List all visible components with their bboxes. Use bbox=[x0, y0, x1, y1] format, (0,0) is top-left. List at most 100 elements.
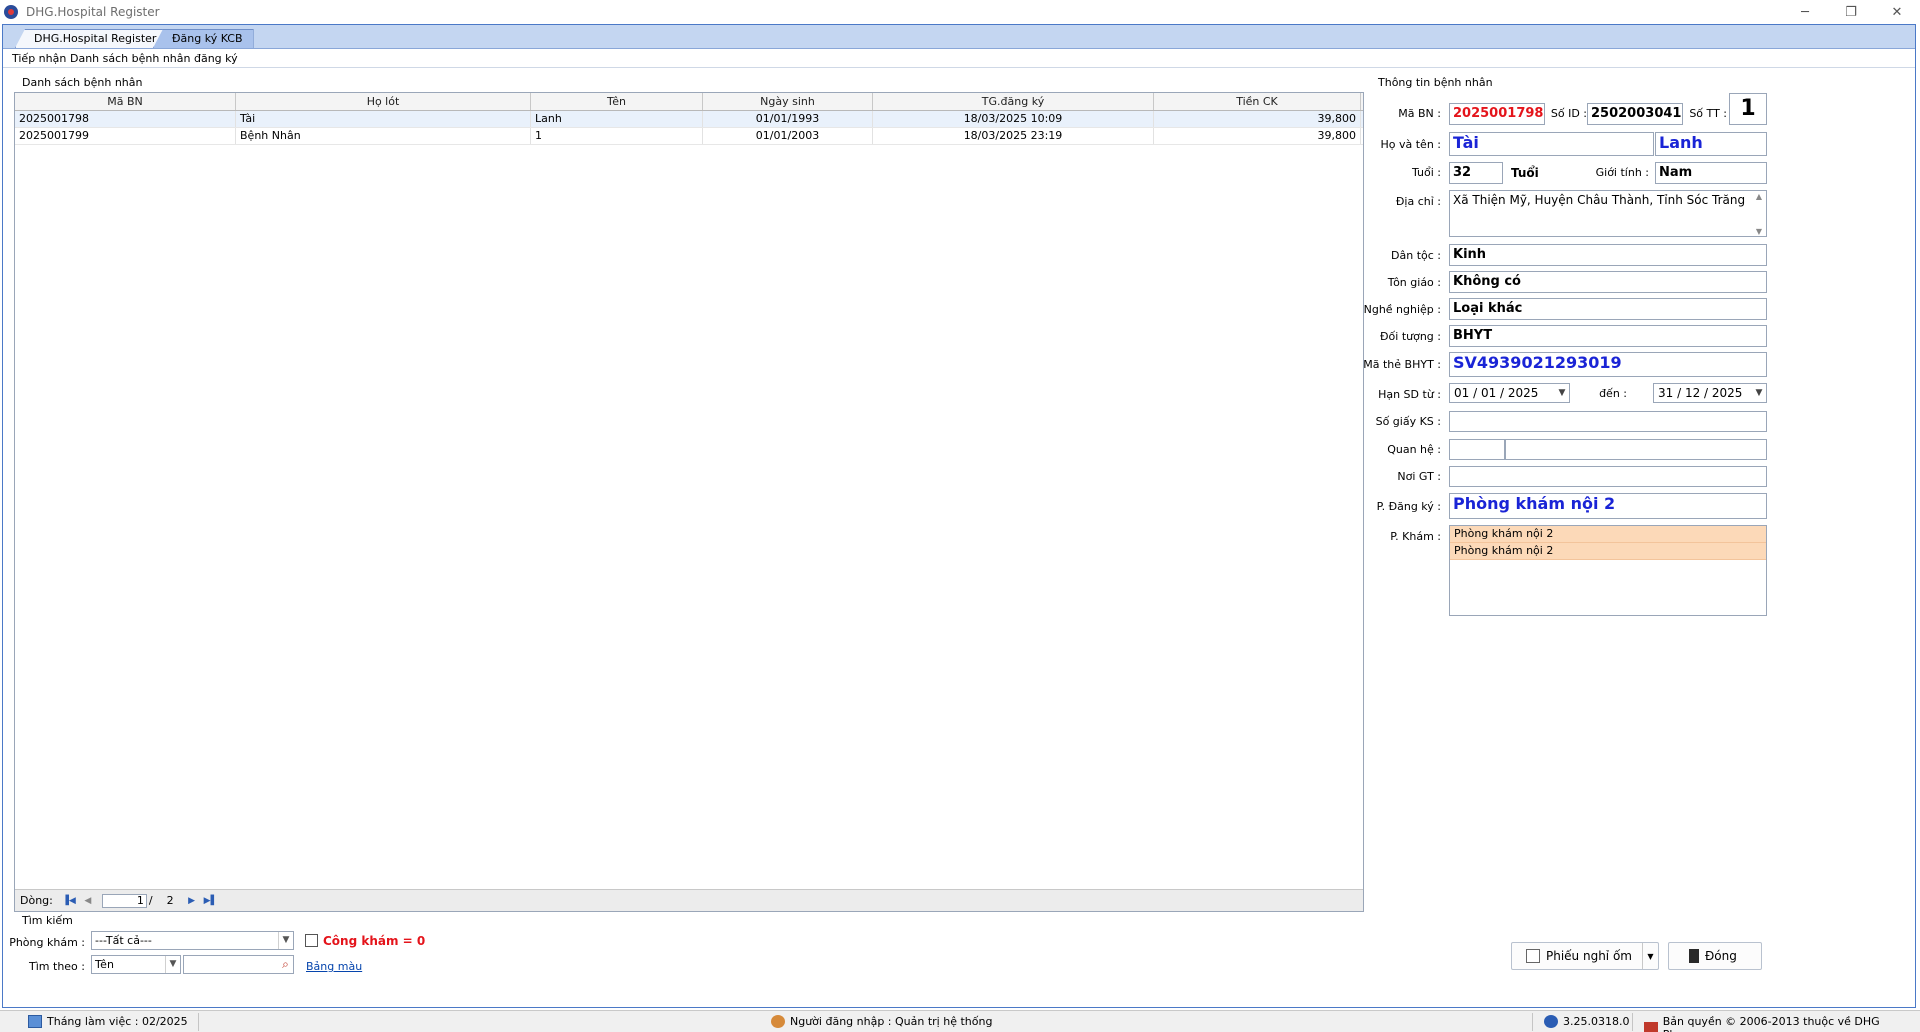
search-by-value: Tên bbox=[95, 958, 114, 971]
document-icon bbox=[1526, 949, 1540, 963]
window-controls: ─ ❐ ✕ bbox=[1782, 0, 1920, 24]
col-header-tg-dang-ky[interactable]: TG.đăng ký bbox=[873, 93, 1154, 110]
cell-tien-ck: 39,800 bbox=[1154, 128, 1361, 144]
search-icon[interactable]: ⌕ bbox=[278, 956, 293, 973]
sick-leave-button[interactable]: Phiếu nghỉ ốm ▼ bbox=[1511, 942, 1659, 970]
info-icon bbox=[1544, 1015, 1558, 1028]
so-tt-label: Số TT : bbox=[1689, 107, 1727, 120]
status-bar: Tháng làm việc : 02/2025 Người đăng nhập… bbox=[0, 1010, 1920, 1032]
nghe-nghiep-label: Nghề nghiệp : bbox=[1363, 303, 1441, 316]
clinic-select-value: ---Tất cả--- bbox=[95, 934, 152, 947]
chevron-down-icon[interactable]: ▼ bbox=[1752, 384, 1766, 402]
cell-ten: Lanh bbox=[531, 111, 703, 127]
ton-giao-label: Tôn giáo : bbox=[1387, 276, 1441, 289]
han-sd-from-value: 01 / 01 / 2025 bbox=[1454, 386, 1539, 400]
list-item[interactable]: Phòng khám nội 2 bbox=[1450, 526, 1766, 543]
user-status: Người đăng nhập : Quản trị hệ thống bbox=[771, 1015, 992, 1028]
status-divider bbox=[1532, 1013, 1533, 1031]
ho-lot-field[interactable]: Tài bbox=[1449, 132, 1654, 156]
quan-he-field-2[interactable] bbox=[1505, 439, 1767, 460]
ma-bn-label: Mã BN : bbox=[1398, 107, 1441, 120]
next-page-icon[interactable]: ▶ bbox=[184, 894, 200, 908]
calendar-icon bbox=[28, 1015, 42, 1028]
copyright-text: Bản quyền © 2006-2013 thuộc về DHG Pharm… bbox=[1662, 1015, 1880, 1032]
prev-page-icon[interactable]: ◀ bbox=[80, 894, 96, 908]
search-group-title: Tìm kiếm bbox=[20, 914, 75, 927]
so-tt-field[interactable]: 1 bbox=[1729, 93, 1767, 125]
han-sd-to-picker[interactable]: 31 / 12 / 2025 ▼ bbox=[1653, 383, 1767, 403]
cell-tg-dang-ky: 18/03/2025 23:19 bbox=[873, 128, 1154, 144]
chevron-down-icon[interactable]: ▼ bbox=[278, 932, 293, 949]
col-header-ho-lot[interactable]: Họ lót bbox=[236, 93, 531, 110]
address-scrollbar[interactable]: ▲ ▼ bbox=[1753, 192, 1765, 236]
dia-chi-field[interactable]: Xã Thiện Mỹ, Huyện Châu Thành, Tỉnh Sóc … bbox=[1449, 190, 1767, 237]
chevron-down-icon[interactable]: ▼ bbox=[1642, 943, 1658, 969]
cell-ma-bn: 2025001799 bbox=[15, 128, 236, 144]
noi-gt-label: Nơi GT : bbox=[1397, 470, 1441, 483]
p-kham-list[interactable]: Phòng khám nội 2 Phòng khám nội 2 bbox=[1449, 525, 1767, 616]
tab-hospital-register[interactable]: DHG.Hospital Register bbox=[15, 29, 168, 48]
han-sd-label: Hạn SD từ : bbox=[1378, 388, 1441, 401]
scroll-up-icon[interactable]: ▲ bbox=[1756, 192, 1762, 201]
col-header-ten[interactable]: Tên bbox=[531, 93, 703, 110]
ten-field[interactable]: Lanh bbox=[1655, 132, 1767, 156]
close-window-button[interactable]: ✕ bbox=[1874, 0, 1920, 24]
restore-button[interactable]: ❐ bbox=[1828, 0, 1874, 24]
main-frame: DHG.Hospital Register Đăng ký KCB Tiếp n… bbox=[2, 24, 1916, 1008]
gioi-tinh-field[interactable]: Nam bbox=[1655, 162, 1767, 184]
title-bar: DHG.Hospital Register ─ ❐ ✕ bbox=[0, 0, 1920, 24]
last-page-icon[interactable]: ▶▌ bbox=[203, 894, 219, 908]
p-dang-ky-label: P. Đăng ký : bbox=[1376, 500, 1441, 513]
quan-he-field-1[interactable] bbox=[1449, 439, 1505, 460]
close-button[interactable]: Đóng bbox=[1668, 942, 1762, 970]
pager-total: 2 bbox=[166, 894, 174, 907]
scroll-down-icon[interactable]: ▼ bbox=[1756, 227, 1762, 236]
table-row[interactable]: 2025001798 Tài Lanh 01/01/1993 18/03/202… bbox=[15, 111, 1363, 128]
color-table-link[interactable]: Bảng màu bbox=[306, 960, 362, 973]
ton-giao-field[interactable]: Không có bbox=[1449, 271, 1767, 293]
chevron-down-icon[interactable]: ▼ bbox=[165, 956, 180, 973]
ho-ten-label: Họ và tên : bbox=[1380, 138, 1442, 151]
search-by-select[interactable]: Tên ▼ bbox=[91, 955, 181, 974]
quan-he-label: Quan hệ : bbox=[1387, 443, 1441, 456]
copyright-status: Bản quyền © 2006-2013 thuộc về DHG Pharm… bbox=[1644, 1015, 1920, 1032]
patient-list-group-title: Danh sách bệnh nhân bbox=[20, 76, 145, 89]
so-id-label: Số ID : bbox=[1550, 107, 1587, 120]
doi-tuong-label: Đối tượng : bbox=[1380, 330, 1441, 343]
noi-gt-field[interactable] bbox=[1449, 466, 1767, 487]
minimize-button[interactable]: ─ bbox=[1782, 0, 1828, 24]
nghe-nghiep-field[interactable]: Loại khác bbox=[1449, 298, 1767, 320]
status-divider bbox=[1632, 1013, 1633, 1031]
so-id-field[interactable]: 2502003041 bbox=[1587, 103, 1683, 125]
so-giay-ks-label: Số giấy KS : bbox=[1375, 415, 1441, 428]
work-month-status: Tháng làm việc : 02/2025 bbox=[28, 1015, 188, 1028]
document-tab-strip: DHG.Hospital Register Đăng ký KCB bbox=[3, 25, 1915, 49]
tuoi-field[interactable]: 32 bbox=[1449, 162, 1503, 184]
col-header-tien-ck[interactable]: Tiền CK bbox=[1154, 93, 1361, 110]
cell-ma-bn: 2025001798 bbox=[15, 111, 236, 127]
han-sd-from-picker[interactable]: 01 / 01 / 2025 ▼ bbox=[1449, 383, 1570, 403]
list-item[interactable]: Phòng khám nội 2 bbox=[1450, 543, 1766, 560]
tab-danh-sach-dang-ky[interactable]: Danh sách bệnh nhân đăng ký bbox=[70, 52, 238, 65]
search-input[interactable]: ⌕ bbox=[183, 955, 294, 974]
doi-tuong-field[interactable]: BHYT bbox=[1449, 325, 1767, 347]
so-giay-ks-field[interactable] bbox=[1449, 411, 1767, 432]
p-dang-ky-field[interactable]: Phòng khám nội 2 bbox=[1449, 493, 1767, 519]
first-page-icon[interactable]: ▐◀ bbox=[61, 894, 77, 908]
page-number-input[interactable]: 1 bbox=[101, 893, 147, 908]
tab-dang-ky-kcb[interactable]: Đăng ký KCB bbox=[153, 29, 254, 48]
tab-tiep-nhan[interactable]: Tiếp nhận bbox=[12, 52, 66, 65]
col-header-ma-bn[interactable]: Mã BN bbox=[15, 93, 236, 110]
cell-tg-dang-ky: 18/03/2025 10:09 bbox=[873, 111, 1154, 127]
dan-toc-field[interactable]: Kinh bbox=[1449, 244, 1767, 266]
cong-kham-checkbox[interactable] bbox=[305, 934, 318, 947]
ma-bn-field[interactable]: 2025001798 bbox=[1449, 103, 1545, 125]
clinic-select[interactable]: ---Tất cả--- ▼ bbox=[91, 931, 294, 950]
ma-the-bhyt-field[interactable]: SV4939021293019 bbox=[1449, 352, 1767, 377]
col-header-ngay-sinh[interactable]: Ngày sinh bbox=[703, 93, 873, 110]
exit-door-icon bbox=[1689, 949, 1699, 963]
patient-grid[interactable]: Mã BN Họ lót Tên Ngày sinh TG.đăng ký Ti… bbox=[14, 92, 1364, 912]
chevron-down-icon[interactable]: ▼ bbox=[1555, 384, 1569, 402]
table-row[interactable]: 2025001799 Bệnh Nhân 1 01/01/2003 18/03/… bbox=[15, 128, 1363, 145]
han-sd-to-value: 31 / 12 / 2025 bbox=[1658, 386, 1743, 400]
